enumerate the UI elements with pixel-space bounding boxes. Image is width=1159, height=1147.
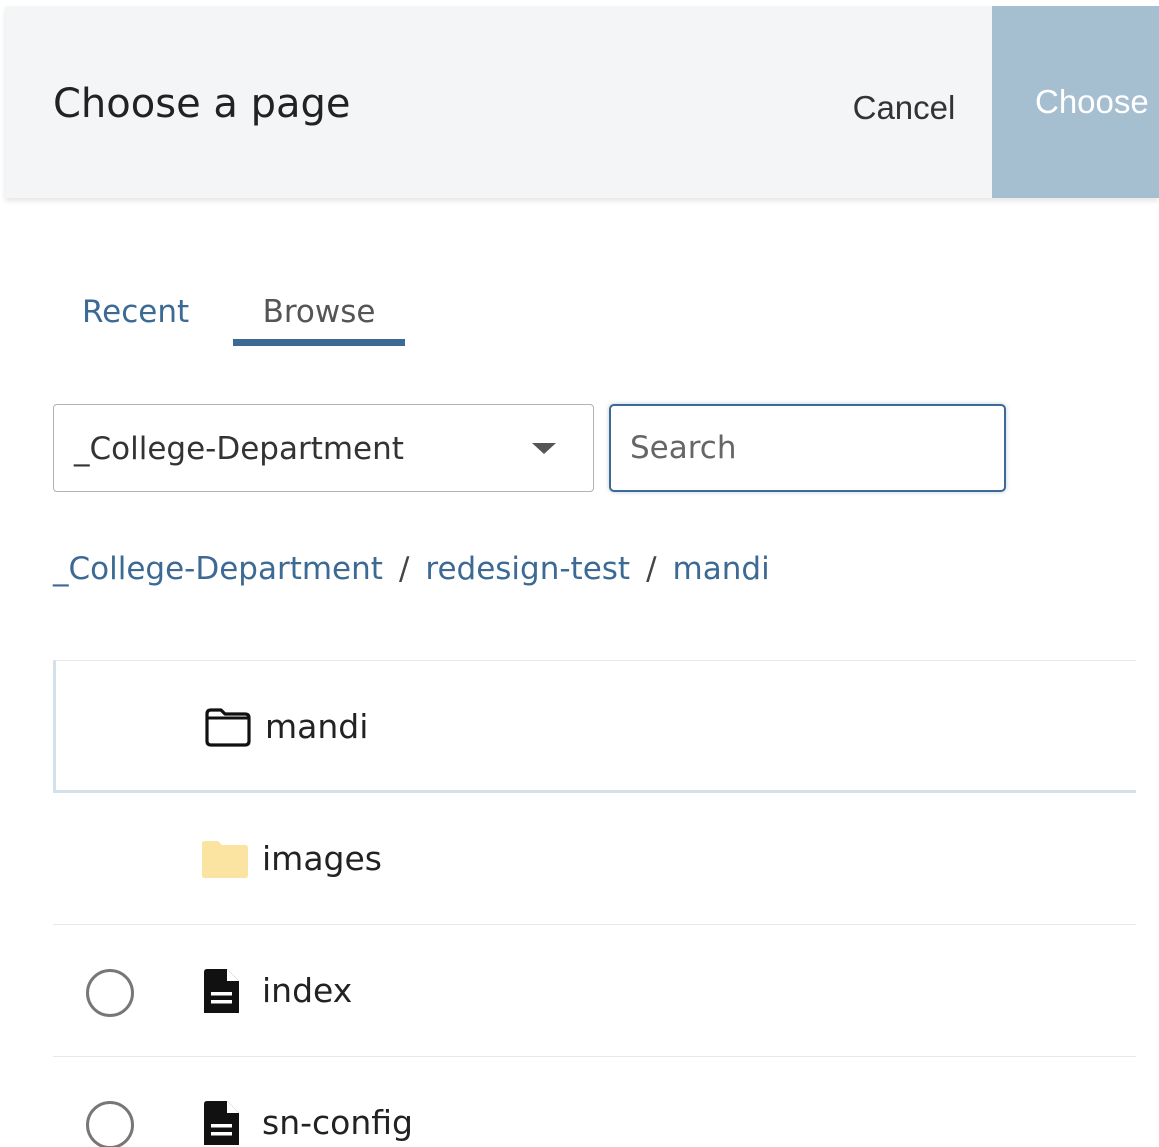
dialog-header: Choose a page Cancel Choose	[5, 6, 1159, 198]
breadcrumb-redesign-test[interactable]: redesign-test	[425, 551, 630, 587]
tab-browse[interactable]: Browse	[233, 276, 405, 348]
breadcrumb: _College-Department / redesign-test / mandi	[53, 545, 770, 593]
breadcrumb-mandi[interactable]: mandi	[673, 551, 770, 587]
list-item-label: images	[262, 839, 382, 878]
search-input[interactable]	[609, 404, 1006, 492]
cancel-button[interactable]: Cancel	[815, 78, 993, 138]
site-select-value: _College-Department	[74, 431, 404, 467]
select-radio[interactable]	[86, 1101, 134, 1147]
folder-outline-icon	[205, 708, 251, 747]
choose-button[interactable]: Choose	[992, 6, 1159, 198]
list-item-label: index	[262, 971, 353, 1010]
file-list: mandi images index sn-config	[53, 660, 1136, 1147]
tab-recent[interactable]: Recent	[82, 276, 202, 348]
breadcrumb-separator: /	[646, 551, 657, 587]
page-chooser-dialog: Choose a page Cancel Choose Recent Brows…	[0, 0, 1159, 1147]
active-tab-indicator	[233, 339, 405, 346]
list-item-images[interactable]: images	[53, 793, 1136, 925]
dialog-title: Choose a page	[53, 81, 351, 127]
file-icon	[204, 1101, 239, 1145]
breadcrumb-college-department[interactable]: _College-Department	[53, 551, 383, 587]
list-item-label: mandi	[265, 707, 369, 746]
list-item-sn-config[interactable]: sn-config	[53, 1057, 1136, 1147]
folder-icon	[202, 841, 248, 878]
caret-down-icon	[532, 443, 556, 454]
list-item-index[interactable]: index	[53, 925, 1136, 1057]
list-item-label: sn-config	[262, 1103, 413, 1142]
select-radio[interactable]	[86, 969, 134, 1017]
list-item-current-folder: mandi	[53, 660, 1136, 793]
breadcrumb-separator: /	[398, 551, 410, 587]
site-select[interactable]: _College-Department	[53, 404, 594, 492]
file-icon	[204, 969, 239, 1013]
